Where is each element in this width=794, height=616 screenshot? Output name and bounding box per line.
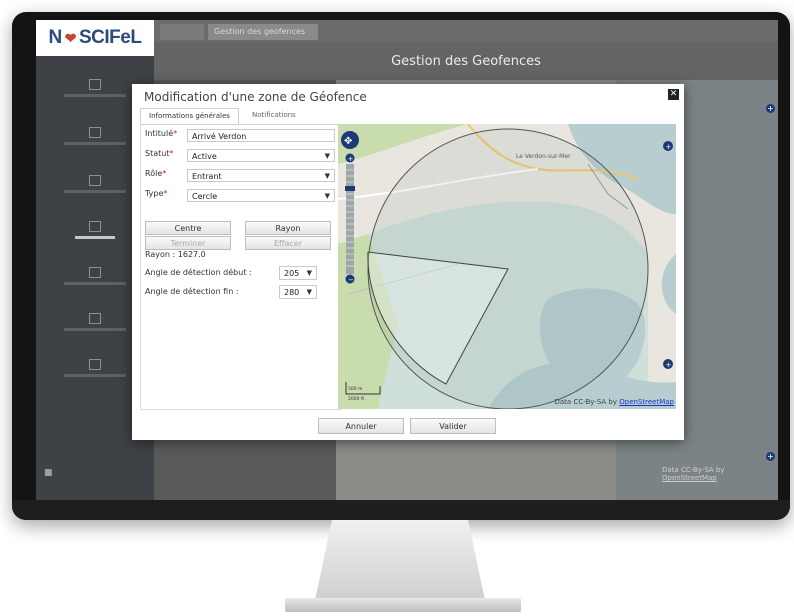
dropdown-arrow-icon: ▼	[324, 172, 330, 180]
centre-button[interactable]: Centre	[145, 221, 231, 235]
sidebar-item-label-blurred	[64, 282, 126, 285]
bg-map-plus-icon[interactable]: +	[766, 104, 775, 113]
angle-fin-value: 280	[284, 288, 300, 297]
modal-footer: Annuler Valider	[132, 409, 684, 440]
effacer-button[interactable]: Effacer	[245, 236, 331, 250]
rayon-value-text: Rayon : 1627.0	[145, 250, 206, 259]
angle-debut-label: Angle de détection début :	[145, 268, 252, 277]
angle-fin-select[interactable]: 280 ▼	[279, 285, 317, 299]
map-canvas[interactable]: Le Verdon-sur-Mer ✥ +	[338, 124, 676, 409]
svg-text:✥: ✥	[344, 136, 352, 147]
dropdown-arrow-icon: ▼	[324, 192, 330, 200]
tab-informations-generales[interactable]: Informations générales	[140, 108, 239, 124]
sidebar-item-label-blurred	[64, 94, 126, 97]
intitule-input[interactable]: Arrivé Verdon	[187, 129, 335, 142]
page-title: Gestion des Geofences	[154, 42, 778, 80]
tab-notifications[interactable]: Notifications	[244, 108, 304, 123]
rayon-button[interactable]: Rayon	[245, 221, 331, 235]
statut-label: Statut*	[145, 149, 174, 158]
type-select[interactable]: Cercle ▼	[187, 189, 335, 202]
top-tab-home[interactable]	[160, 24, 204, 40]
statut-select[interactable]: Active ▼	[187, 149, 335, 162]
terminer-button[interactable]: Terminer	[145, 236, 231, 250]
logo-drop-icon: ❤	[64, 29, 77, 46]
monitor-stand	[315, 520, 485, 600]
monitor-chin	[12, 500, 790, 520]
nav-icon	[89, 175, 101, 186]
scale-bottom-label: 2000 ft	[348, 396, 364, 402]
angle-fin-label: Angle de détection fin :	[145, 287, 239, 296]
modal-title: Modification d'une zone de Géofence	[144, 90, 367, 104]
sidebar-item-label-blurred	[64, 142, 126, 145]
top-tab-geofences[interactable]: Gestion des geofences	[208, 24, 318, 40]
nav-icon	[89, 359, 101, 370]
nav-icon	[89, 313, 101, 324]
openstreetmap-link[interactable]: OpenStreetMap	[619, 398, 674, 406]
home-icon	[89, 79, 101, 90]
nav-icon	[89, 221, 101, 232]
statut-value: Active	[192, 152, 217, 161]
type-label: Type*	[145, 189, 168, 198]
map-attribution-text: Data CC-By-SA by	[554, 398, 618, 406]
role-value: Entrant	[192, 172, 222, 181]
geofence-modal: Modification d'une zone de Géofence ✕ In…	[132, 84, 684, 440]
map-attribution: Data CC-By-SA by OpenStreetMap	[555, 398, 675, 406]
nav-icon	[89, 267, 101, 278]
monitor-stand-base	[285, 598, 521, 612]
annuler-button[interactable]: Annuler	[318, 418, 404, 434]
sidebar-item-label-blurred	[64, 190, 126, 193]
logo-letter: N	[48, 27, 63, 48]
angle-debut-value: 205	[284, 269, 300, 278]
logo-text: SCIFeL	[79, 27, 142, 48]
nav-icon	[89, 127, 101, 138]
sidebar-item-label-blurred	[75, 236, 115, 239]
bg-map-plus-icon[interactable]: +	[766, 452, 775, 461]
dropdown-arrow-icon: ▼	[306, 269, 312, 277]
role-select[interactable]: Entrant ▼	[187, 169, 335, 182]
angle-debut-select[interactable]: 205 ▼	[279, 266, 317, 280]
svg-text:+: +	[666, 143, 672, 151]
dropdown-arrow-icon: ▼	[324, 152, 330, 160]
sidebar-item-label-blurred	[64, 328, 126, 331]
user-avatar-icon[interactable]: ■	[44, 468, 53, 478]
close-icon[interactable]: ✕	[668, 89, 679, 100]
valider-button[interactable]: Valider	[410, 418, 496, 434]
geofence-map[interactable]: Le Verdon-sur-Mer ✥ +	[338, 124, 676, 409]
role-label: Rôle*	[145, 169, 167, 178]
form-panel: Intitulé* Arrivé Verdon Statut* Active ▼ …	[140, 124, 342, 410]
svg-text:+: +	[666, 361, 672, 369]
svg-text:−: −	[348, 276, 354, 284]
sidebar-item-label-blurred	[64, 374, 126, 377]
background-map-attribution: Data CC-By-SA by OpenStreetMap	[662, 466, 725, 482]
app-logo: N ❤ SCIFeL	[36, 20, 154, 56]
scale-top-label: 500 m	[348, 386, 362, 392]
intitule-label: Intitulé*	[145, 129, 178, 138]
svg-text:+: +	[348, 155, 354, 163]
dropdown-arrow-icon: ▼	[306, 288, 312, 296]
type-value: Cercle	[192, 192, 218, 201]
modal-tabs: Informations générales Notifications	[140, 108, 676, 125]
screen: N ❤ SCIFeL ■ Gestion des geofences Gesti…	[36, 20, 778, 500]
